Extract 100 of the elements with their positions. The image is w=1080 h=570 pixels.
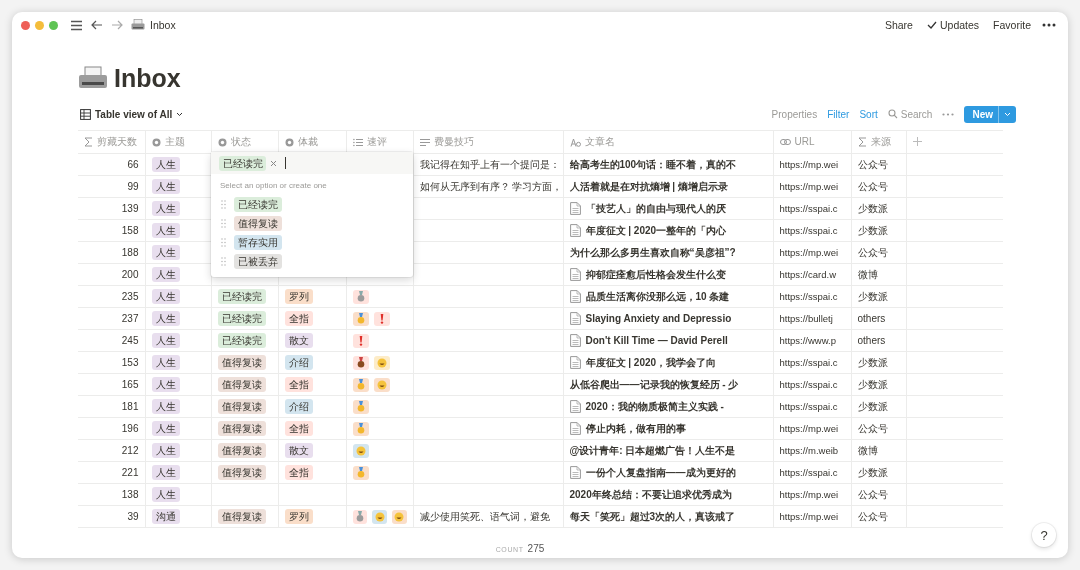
forward-icon[interactable] [111, 20, 123, 30]
tag: 人生 [151, 201, 180, 216]
document-icon [569, 356, 581, 369]
topbar-action[interactable]: Share [881, 19, 916, 31]
article-title[interactable]: 「技艺人」的自由与现代人的厌 [585, 201, 726, 216]
table-cell: 181 [121, 401, 139, 412]
tag: 人生 [151, 179, 180, 194]
tag: 全指 [284, 311, 313, 326]
close-button[interactable] [21, 20, 30, 30]
article-title[interactable]: 人活着就是在对抗熵增 | 熵增启示录 [569, 179, 728, 194]
article-title[interactable]: 一份个人复盘指南——成为更好的 [585, 465, 736, 480]
minimize-button[interactable] [35, 20, 44, 30]
tag: 人生 [151, 443, 180, 458]
document-icon [569, 466, 581, 479]
more-icon[interactable] [1042, 23, 1056, 27]
tag: 已经读完 [217, 311, 266, 326]
help-button[interactable]: ? [1032, 523, 1056, 547]
table-cell: 微博 [857, 268, 878, 280]
document-icon [569, 224, 581, 237]
table-cell: 少数派 [857, 202, 888, 214]
table-cell: 245 [121, 335, 139, 346]
topbar-action[interactable]: Favorite [990, 19, 1034, 31]
tag: 人生 [151, 289, 180, 304]
article-title[interactable]: 每天「笑死」超过3次的人，真该戒了 [569, 509, 736, 524]
option-tag[interactable]: 暂存实用 [234, 235, 282, 250]
drag-handle-icon[interactable] [221, 238, 226, 247]
tag: 人生 [151, 267, 180, 282]
option-tag[interactable]: 已经读完 [234, 197, 282, 212]
table-cell: 我记得在知乎上有一个提问是： [419, 158, 560, 170]
option-tag[interactable]: 已被丢弃 [234, 254, 282, 269]
table-cell: others [857, 313, 886, 324]
tag: 人生 [151, 311, 180, 326]
table-cell: 公众号 [857, 510, 888, 522]
drag-handle-icon[interactable] [221, 200, 226, 209]
article-title[interactable]: 从低谷爬出——记录我的恢复经历 - 少 [569, 377, 739, 392]
topbar-action[interactable]: Updates [923, 19, 983, 31]
article-title[interactable]: 给高考生的100句话：睡不着，真的不 [569, 157, 737, 172]
table-cell: https://mp.wei [779, 489, 839, 500]
table-cell: 139 [121, 203, 139, 214]
table-cell: 212 [121, 445, 139, 456]
document-icon [569, 312, 581, 325]
table-cell: 少数派 [857, 400, 888, 412]
document-icon [569, 422, 581, 435]
tag: 人生 [151, 377, 180, 392]
table-cell: https://www.p [779, 335, 836, 346]
article-title[interactable]: Don't Kill Time — David Perell [585, 335, 728, 346]
back-icon[interactable] [91, 20, 103, 30]
document-icon [569, 290, 581, 303]
tag: 值得复读 [217, 509, 266, 524]
table-cell: https://mp.wei [779, 423, 839, 434]
table-cell: 少数派 [857, 466, 888, 478]
menu-icon[interactable] [70, 19, 83, 31]
article-title[interactable]: 2020年终总结：不要让追求优秀成为 [569, 487, 732, 502]
add-column-icon[interactable] [912, 136, 922, 146]
table-cell: https://sspai.c [779, 203, 838, 214]
page-title: Inbox [114, 63, 181, 93]
breadcrumb-title[interactable]: Inbox [150, 19, 176, 31]
count-value: 275 [527, 543, 545, 554]
title-icon [569, 137, 581, 147]
tag: 散文 [284, 443, 313, 458]
tag: 介绍 [284, 355, 313, 370]
tag: 值得复读 [217, 399, 266, 414]
drag-handle-icon[interactable] [221, 219, 226, 228]
tag: 罗列 [284, 509, 313, 524]
remove-icon[interactable] [270, 159, 277, 167]
option-tag[interactable]: 值得复读 [234, 216, 282, 231]
article-title[interactable]: 抑郁症痊愈后性格会发生什么变 [585, 267, 726, 282]
drag-handle-icon[interactable] [221, 257, 226, 266]
table-cell: https://mp.wei [779, 511, 839, 522]
article-title[interactable]: 品质生活离你没那么远，10 条建 [585, 289, 730, 304]
table-cell: 237 [121, 313, 139, 324]
ring-icon [151, 137, 161, 147]
table-cell: 公众号 [857, 422, 888, 434]
printer-icon [131, 19, 145, 31]
ring-icon [217, 137, 227, 147]
tag: 全指 [284, 421, 313, 436]
table-cell: 158 [121, 225, 139, 236]
tag: 人生 [151, 399, 180, 414]
table-cell: 微博 [857, 444, 878, 456]
sigma-icon [84, 137, 93, 147]
tag: 人生 [151, 157, 180, 172]
article-title[interactable]: Slaying Anxiety and Depressio [585, 313, 732, 324]
view-selector[interactable]: Table view of All [78, 108, 186, 120]
tag: 人生 [151, 245, 180, 260]
table-cell: 公众号 [857, 180, 888, 192]
table-cell: 66 [127, 159, 139, 170]
tag: 罗列 [284, 289, 313, 304]
article-title[interactable]: @设计青年: 日本超燃广告！人生不是 [569, 443, 736, 458]
table-cell: 138 [121, 489, 139, 500]
table-cell: https://card.w [779, 269, 836, 280]
article-title[interactable]: 年度征文 | 2020，我学会了向 [585, 355, 717, 370]
table-cell: 39 [127, 511, 139, 522]
caret-icon [1004, 111, 1011, 117]
table-cell: https://m.weib [779, 445, 839, 456]
article-title[interactable]: 2020：我的物质极简主义实践 - [585, 399, 724, 414]
maximize-button[interactable] [49, 20, 58, 30]
article-title[interactable]: 年度征文 | 2020一整年的「内心 [585, 223, 727, 238]
article-title[interactable]: 为什么那么多男生喜欢自称“吴彦祖”? [569, 245, 736, 260]
article-title[interactable]: 停止内耗，做有用的事 [585, 421, 686, 436]
table-cell: https://sspai.c [779, 357, 838, 368]
